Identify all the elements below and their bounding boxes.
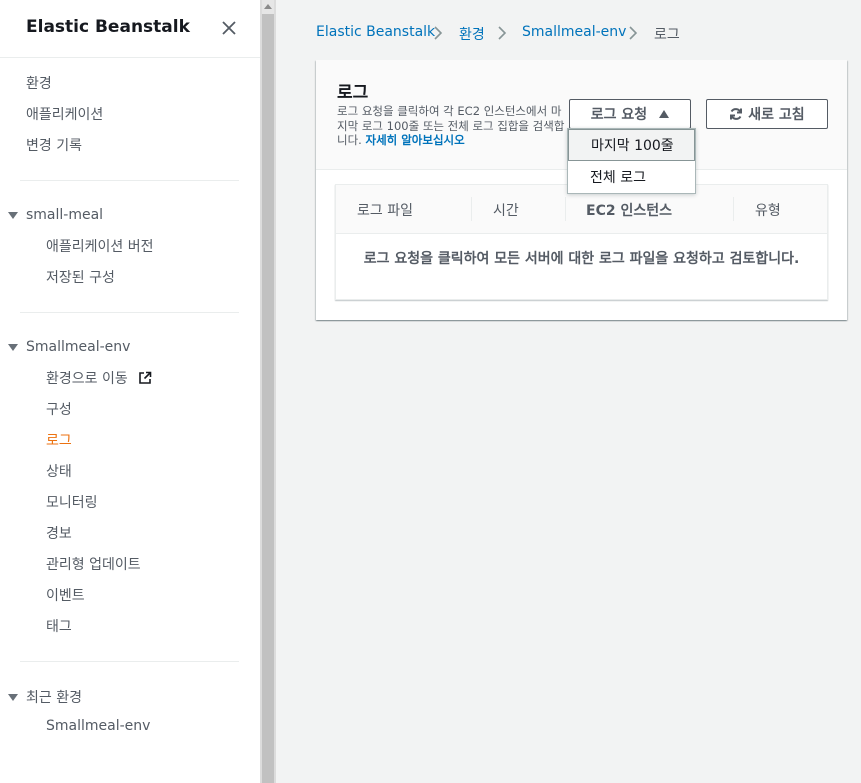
logs-table: 로그 파일 시간 EC2 인스턴스 유형 로그 요청을 클릭하여 모든 서버에 …	[335, 184, 828, 300]
sidebar-item-managed-updates[interactable]: 관리형 업데이트	[46, 554, 141, 574]
column-divider	[471, 197, 472, 221]
refresh-icon	[730, 108, 743, 120]
scroll-up-arrow-icon	[264, 4, 272, 9]
learn-more-link[interactable]: 자세히 알아보십시오	[365, 133, 464, 147]
chevron-right-icon	[629, 26, 638, 40]
column-divider	[565, 197, 566, 221]
column-header-log-file[interactable]: 로그 파일	[357, 200, 413, 220]
caret-up-icon	[659, 110, 670, 118]
sidebar-item-application-versions[interactable]: 애플리케이션 버전	[46, 236, 154, 256]
chevron-right-icon	[498, 26, 507, 40]
sidebar-title[interactable]: Elastic Beanstalk	[26, 17, 190, 37]
sidebar-item-monitoring[interactable]: 모니터링	[46, 492, 98, 512]
panel-title: 로그	[337, 83, 369, 103]
caret-down-icon	[8, 211, 18, 219]
sidebar-item-go-to-environment[interactable]: 환경으로 이동	[46, 368, 152, 388]
sidebar-item-change-history[interactable]: 변경 기록	[26, 135, 82, 155]
chevron-right-icon	[434, 26, 443, 40]
column-divider	[733, 197, 734, 221]
caret-down-icon	[8, 343, 18, 351]
request-logs-label: 로그 요청	[590, 107, 648, 123]
breadcrumb-item-smallmeal-env[interactable]: Smallmeal-env	[522, 24, 626, 40]
breadcrumb-item-environments[interactable]: 환경	[459, 24, 485, 44]
sidebar-scrollbar-thumb[interactable]	[262, 0, 274, 783]
sidebar-item-tags[interactable]: 태그	[46, 616, 72, 636]
side-navigation: Elastic Beanstalk 환경 애플리케이션 변경 기록 small-…	[0, 0, 260, 783]
sidebar-section-environment[interactable]: Smallmeal-env	[8, 339, 130, 355]
sidebar-item-recent-environment[interactable]: Smallmeal-env	[46, 718, 150, 734]
sidebar-item-label: 환경으로 이동	[46, 371, 128, 387]
dropdown-item-last-100-lines[interactable]: 마지막 100줄	[568, 129, 695, 161]
sidebar-item-applications[interactable]: 애플리케이션	[26, 104, 103, 124]
sidebar-item-health[interactable]: 상태	[46, 461, 72, 481]
refresh-label: 새로 고침	[748, 107, 805, 123]
sidebar-section-application[interactable]: small-meal	[8, 207, 103, 223]
breadcrumb-item-elastic-beanstalk[interactable]: Elastic Beanstalk	[316, 24, 435, 40]
sidebar-item-environments[interactable]: 환경	[26, 73, 52, 93]
table-empty-message: 로그 요청을 클릭하여 모든 서버에 대한 로그 파일을 요청하고 검토합니다.	[363, 251, 800, 267]
sidebar-item-configuration[interactable]: 구성	[46, 399, 72, 419]
sidebar-section-recent-environments[interactable]: 최근 환경	[8, 687, 82, 707]
sidebar-item-alarms[interactable]: 경보	[46, 523, 72, 543]
sidebar-item-saved-configurations[interactable]: 저장된 구성	[46, 267, 115, 287]
refresh-button[interactable]: 새로 고침	[706, 99, 828, 129]
close-icon[interactable]	[219, 18, 239, 38]
sidebar-section-label: Smallmeal-env	[26, 339, 131, 355]
caret-down-icon	[8, 693, 18, 701]
external-link-icon	[138, 371, 152, 384]
breadcrumb-item-current: 로그	[654, 27, 680, 43]
column-header-time[interactable]: 시간	[493, 200, 519, 220]
sidebar-header: Elastic Beanstalk	[0, 0, 260, 58]
sidebar-section-label: 최근 환경	[26, 690, 82, 706]
request-logs-dropdown: 마지막 100줄 전체 로그	[567, 128, 696, 194]
sidebar-section-label: small-meal	[26, 207, 104, 223]
dropdown-item-full-logs[interactable]: 전체 로그	[568, 161, 695, 193]
column-header-ec2-instance[interactable]: EC2 인스턴스	[586, 200, 672, 220]
sidebar-divider	[20, 180, 239, 181]
sidebar-item-events[interactable]: 이벤트	[46, 585, 85, 605]
panel-description: 로그 요청을 클릭하여 각 EC2 인스턴스에서 마지막 로그 100줄 또는 …	[337, 104, 569, 148]
request-logs-button[interactable]: 로그 요청	[569, 99, 691, 129]
sidebar-divider	[20, 661, 239, 662]
sidebar-divider	[20, 312, 239, 313]
column-header-type[interactable]: 유형	[755, 200, 781, 220]
sidebar-item-logs[interactable]: 로그	[46, 430, 72, 450]
